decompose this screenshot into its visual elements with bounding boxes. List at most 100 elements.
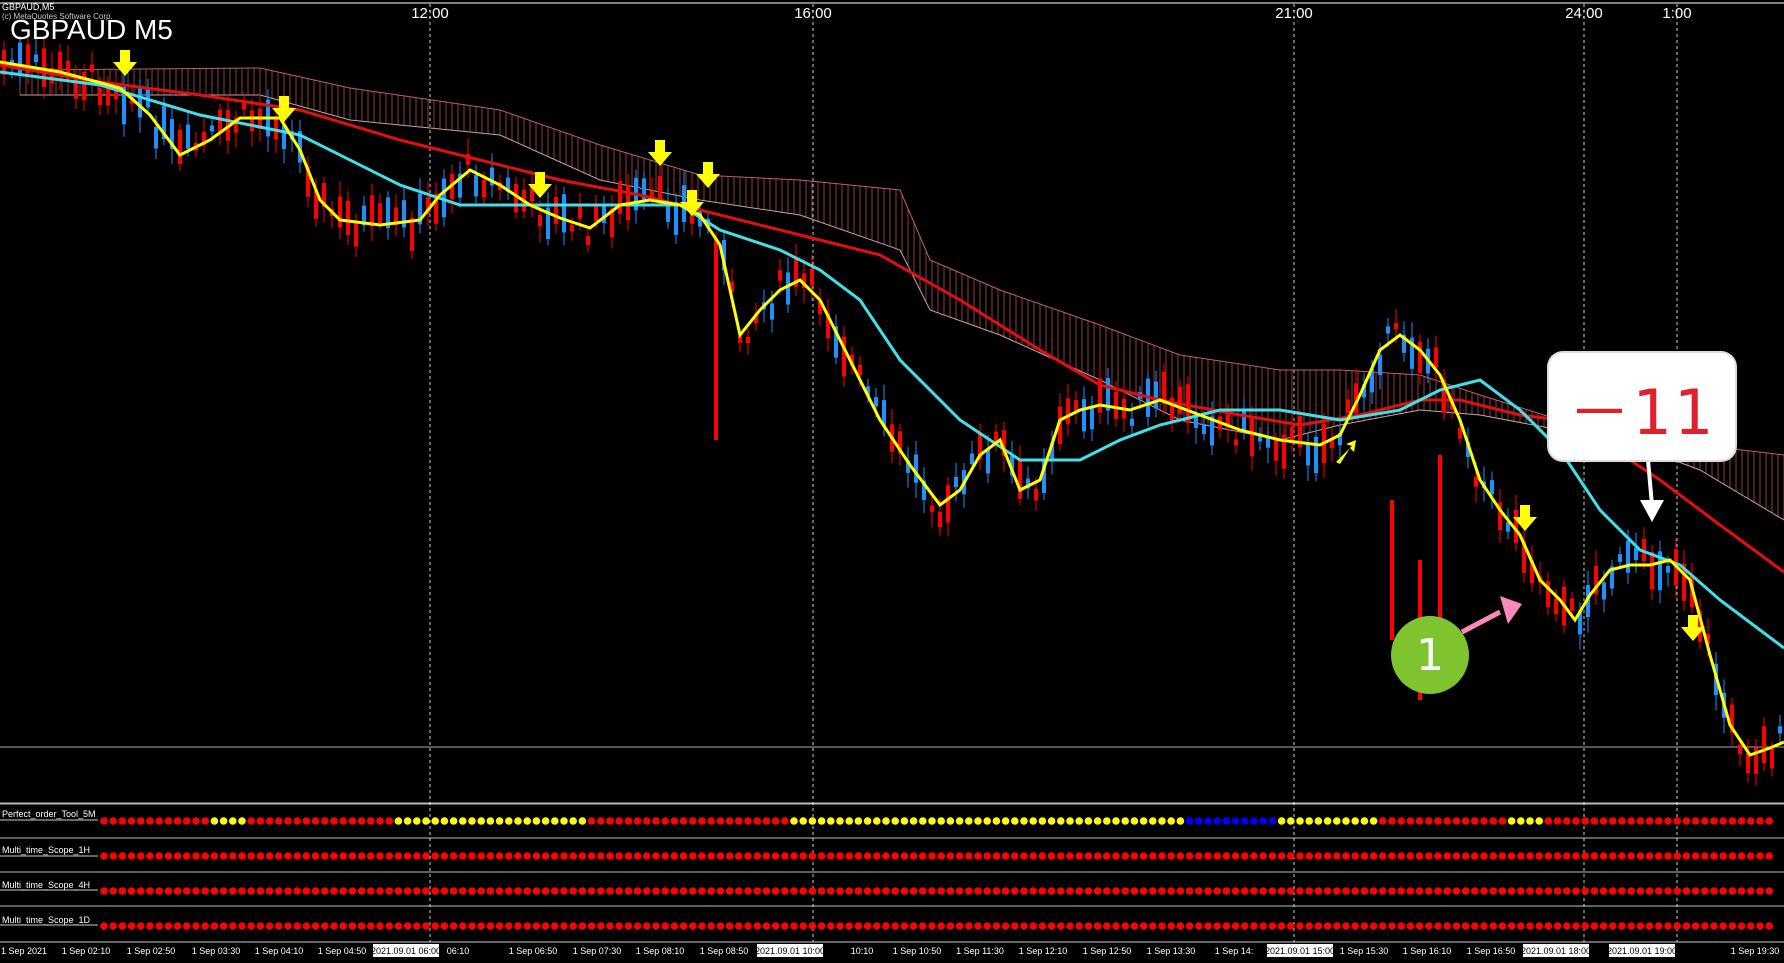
signal-dot-4h [146, 887, 154, 895]
signal-dot-4h [624, 887, 633, 895]
signal-dot-4h [1581, 887, 1589, 895]
signal-dot-1h [560, 852, 568, 860]
signal-dot-1d [210, 922, 219, 930]
signal-dot-1d [256, 922, 265, 930]
signal-dot-4h [1618, 887, 1626, 895]
signal-dot-5m [1057, 817, 1065, 825]
signal-dot-4h [1130, 887, 1139, 895]
signal-dot-5m [1011, 817, 1019, 825]
chart-window[interactable]: 12:00 16:00 21:00 24:00 1:00 1 Sep 2021 1 Sep … [0, 0, 1784, 963]
candle-body [658, 176, 662, 199]
signal-dot-4h [265, 887, 274, 895]
bottom-time-label: 2021.09.01 15:00 [1265, 946, 1335, 956]
signal-dot-1h [1627, 852, 1635, 860]
signal-dot-4h [909, 887, 918, 895]
signal-dot-1d [900, 922, 909, 930]
signal-dot-1h [440, 852, 449, 860]
signal-dot-4h [1471, 887, 1479, 895]
signal-dot-1h [1259, 852, 1267, 860]
signal-dot-4h [1103, 887, 1111, 895]
signal-dot-1d [1277, 922, 1286, 930]
signal-dot-1h [1029, 852, 1037, 860]
signal-dot-5m [1406, 817, 1415, 825]
signal-dot-1h [1728, 852, 1737, 860]
signal-dot-5m [790, 817, 798, 825]
signal-dot-1h [1461, 852, 1470, 860]
signal-dot-5m [1241, 817, 1249, 825]
signal-dot-4h [863, 887, 872, 895]
signal-dot-1h [210, 852, 219, 860]
price-chart[interactable]: 12:00 16:00 21:00 24:00 1:00 1 Sep 2021 1 Sep … [0, 0, 1784, 963]
signal-dot-5m [1185, 817, 1194, 825]
signal-dot-1h [173, 852, 182, 860]
signal-dot-1d [937, 922, 945, 930]
signal-dot-1d [1461, 922, 1470, 930]
signal-dot-1h [118, 852, 127, 860]
signal-dot-4h [321, 887, 329, 895]
signal-dot-4h [173, 887, 182, 895]
signal-dot-5m [578, 817, 587, 825]
signal-dot-1h [909, 852, 918, 860]
signal-dot-4h [1553, 887, 1562, 895]
signal-dot-4h [771, 887, 780, 895]
signal-dot-1d [247, 922, 255, 930]
bottom-time-label: 1 Sep 15:30 [1340, 946, 1389, 956]
signal-dot-1h [1655, 852, 1663, 860]
signal-dot-1d [863, 922, 872, 930]
signal-dot-1d [505, 922, 513, 930]
signal-dot-1d [137, 922, 145, 930]
signal-dot-1h [505, 852, 513, 860]
signal-dot-1h [1323, 852, 1332, 860]
signal-dot-4h [1093, 887, 1102, 895]
bottom-time-label: 1 Sep 03:30 [192, 946, 241, 956]
signal-dot-1h [1333, 852, 1341, 860]
signal-dot-1h [983, 852, 991, 860]
signal-dot-1d [1287, 922, 1295, 930]
signal-dot-1h [1452, 852, 1461, 860]
signal-dot-1d [1314, 922, 1323, 930]
signal-dot-5m [1636, 817, 1645, 825]
signal-dot-4h [725, 887, 734, 895]
candle-body [930, 505, 934, 512]
signal-dot-5m [836, 817, 844, 825]
callout-pointer-head [1640, 500, 1664, 522]
signal-dot-1h [100, 852, 108, 860]
signal-dot-1h [1185, 852, 1194, 860]
candle-body [554, 197, 558, 225]
signal-dot-1d [1158, 922, 1166, 930]
signal-dot-4h [1691, 887, 1700, 895]
signal-dot-1h [357, 852, 366, 860]
signal-dot-5m [569, 817, 577, 825]
signal-dot-4h [449, 887, 458, 895]
signal-dot-4h [403, 887, 412, 895]
signal-dot-1d [817, 922, 826, 930]
signal-dot-1h [1379, 852, 1387, 860]
candle-body [674, 201, 678, 235]
signal-dot-5m [127, 817, 136, 825]
signal-dot-1d [477, 922, 486, 930]
signal-dot-4h [100, 887, 108, 895]
signal-dot-4h [716, 887, 725, 895]
signal-dot-1d [1682, 922, 1691, 930]
signal-dot-5m [882, 817, 890, 825]
signal-dot-4h [1158, 887, 1166, 895]
signal-dot-1d [357, 922, 366, 930]
signal-dot-4h [1517, 887, 1525, 895]
signal-dot-1h [201, 852, 209, 860]
signal-dot-1h [247, 852, 255, 860]
signal-dot-4h [1737, 887, 1746, 895]
signal-dot-1d [1268, 922, 1277, 930]
signal-dot-5m [486, 817, 495, 825]
bottom-time-label: 1 Sep 10:50 [893, 946, 942, 956]
signal-dot-1d [1765, 922, 1773, 930]
signal-dot-4h [523, 887, 531, 895]
signal-dot-1h [928, 852, 936, 860]
signal-dot-1h [1075, 852, 1083, 860]
signal-dot-4h [1535, 887, 1543, 895]
signal-dot-4h [1011, 887, 1019, 895]
signal-dot-1h [1020, 852, 1028, 860]
signal-dot-1d [440, 922, 449, 930]
signal-dot-1h [541, 852, 550, 860]
signal-dot-5m [1471, 817, 1479, 825]
signal-dot-4h [1507, 887, 1516, 895]
